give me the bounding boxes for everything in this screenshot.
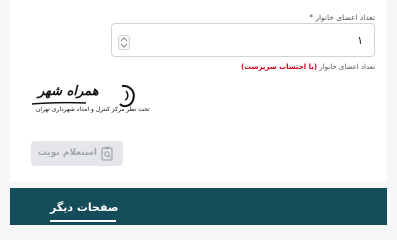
- help-text-label: تعداد اعضای خانوار: [319, 63, 375, 71]
- spinner-arrows-icon: [120, 37, 128, 48]
- clipboard-search-icon: [101, 146, 113, 161]
- footer-title-underline: [50, 220, 116, 222]
- required-mark: *: [309, 13, 313, 22]
- field-label-text: تعداد اعضای خانوار: [315, 13, 375, 22]
- footer: صفحات دیگر: [10, 188, 387, 225]
- logo-brand: همراه شهر: [38, 84, 99, 99]
- logo-tagline: تحت نظر مرکز کنترل و امداد شهرداری تهران: [36, 106, 150, 113]
- inquiry-button-label: استعلام نوبت: [37, 148, 97, 158]
- footer-title: صفحات دیگر: [50, 201, 119, 214]
- help-text-warning: (با احتساب سرپرست): [240, 63, 318, 71]
- help-text: تعداد اعضای خانوار (با احتساب سرپرست): [241, 63, 375, 71]
- number-spinner[interactable]: [118, 35, 130, 50]
- field-label: تعداد اعضای خانوار *: [309, 13, 375, 22]
- household-count-value: ۱: [357, 34, 363, 47]
- inquiry-button[interactable]: استعلام نوبت: [31, 141, 123, 166]
- hamrah-shahr-logo: همراه شهر تحت نظر مرکز کنترل و امداد شهر…: [26, 82, 150, 122]
- household-count-input[interactable]: ۱: [111, 23, 375, 57]
- form-card: تعداد اعضای خانوار * ۱ تعداد اعضای خانوا…: [10, 0, 387, 182]
